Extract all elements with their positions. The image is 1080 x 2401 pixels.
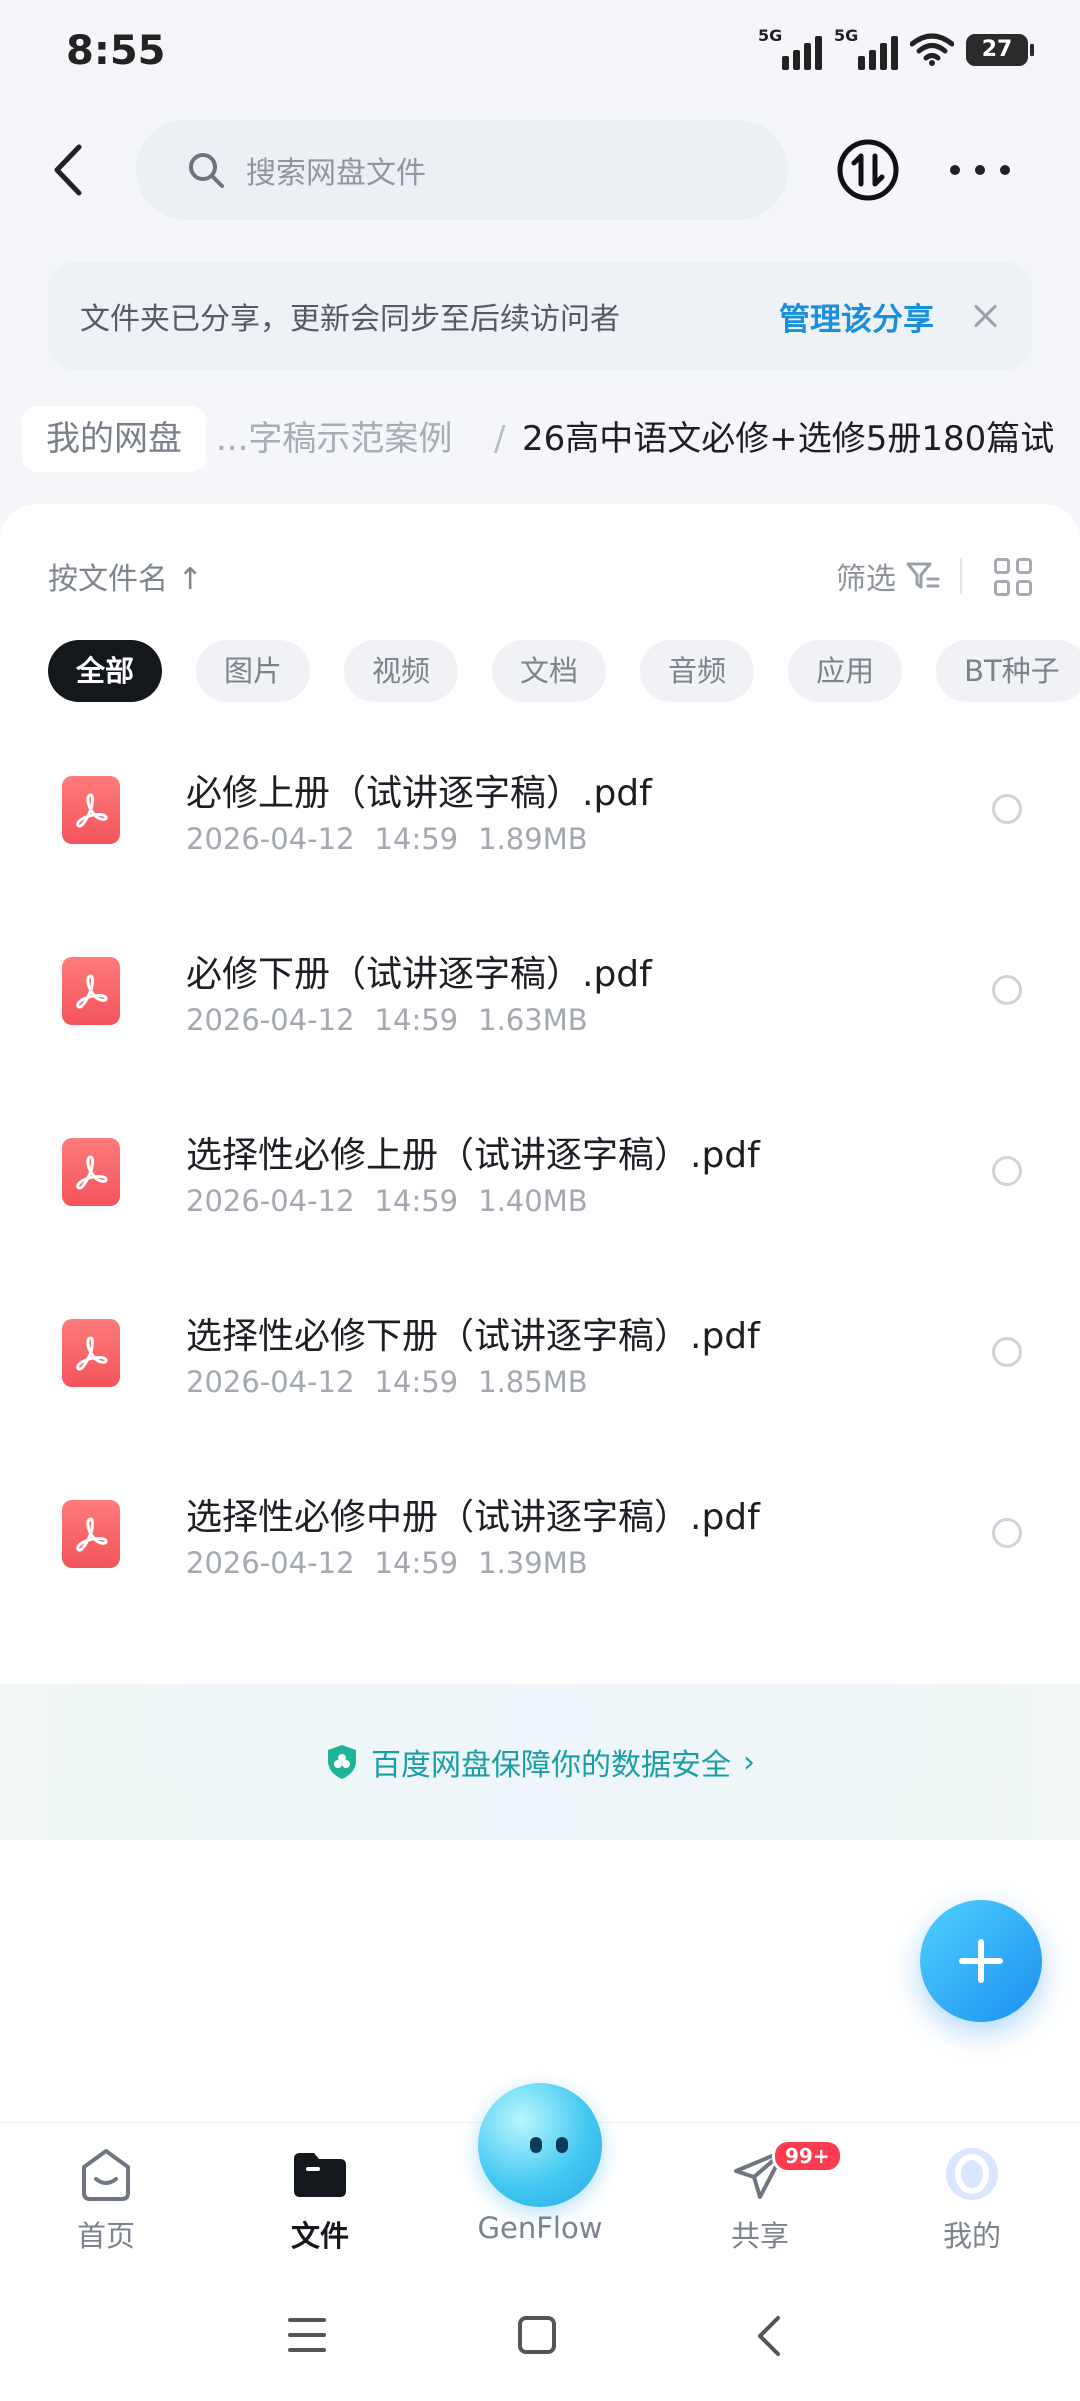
file-name: 选择性必修上册（试讲逐字稿）.pdf [186, 1135, 760, 1176]
filter-icon [906, 562, 940, 589]
file-name: 选择性必修下册（试讲逐字稿）.pdf [186, 1316, 760, 1357]
file-list-panel: 按文件名 ↑ 筛选 全部 图片 视频 文档 音频 应用 BT种子 必修上册（试讲… [0, 504, 1080, 2124]
signal-icon: 5G [834, 26, 898, 70]
close-icon[interactable] [970, 301, 1000, 331]
search-input[interactable]: 搜索网盘文件 [136, 120, 788, 220]
breadcrumb-current: 26高中语文必修+选修5册180篇试 [522, 419, 1055, 459]
data-safety-text: 百度网盘保障你的数据安全 [371, 1748, 731, 1783]
transfer-icon [837, 139, 899, 201]
breadcrumb-parent[interactable]: ...字稿示范案例 [216, 406, 452, 472]
transfer-button[interactable] [836, 138, 900, 202]
breadcrumb-root[interactable]: 我的网盘 [22, 406, 206, 472]
select-checkbox[interactable] [992, 975, 1022, 1005]
pdf-file-icon [62, 1500, 120, 1568]
file-row[interactable]: 必修下册（试讲逐字稿）.pdf 2026-04-12 14:59 1.63MB [0, 915, 1080, 1096]
home-icon [82, 2149, 130, 2201]
select-checkbox[interactable] [992, 1156, 1022, 1186]
tab-genflow[interactable]: GenFlow [470, 2083, 610, 2245]
chip-bt-torrents[interactable]: BT种子 [936, 640, 1080, 702]
chip-documents[interactable]: 文档 [492, 640, 607, 702]
file-name: 必修下册（试讲逐字稿）.pdf [186, 954, 652, 995]
more-dot-icon [1000, 165, 1010, 175]
signal-icon: 5G [758, 26, 822, 70]
search-placeholder: 搜索网盘文件 [246, 156, 426, 191]
more-dot-icon [975, 165, 985, 175]
file-row[interactable]: 选择性必修上册（试讲逐字稿）.pdf 2026-04-12 14:59 1.40MB [0, 1096, 1080, 1277]
filter-button[interactable]: 筛选 [836, 554, 940, 598]
breadcrumb-separator: / [494, 419, 506, 459]
manage-share-link[interactable]: 管理该分享 [779, 294, 934, 339]
tab-files-label: 文件 [290, 2219, 349, 2253]
tab-genflow-label: GenFlow [477, 2211, 603, 2245]
back-nav-icon[interactable] [754, 2314, 784, 2358]
tab-me-label: 我的 [942, 2219, 1001, 2253]
tab-home[interactable]: 首页 [36, 2145, 176, 2255]
select-checkbox[interactable] [992, 794, 1022, 824]
add-button[interactable] [920, 1900, 1042, 2022]
chip-apps[interactable]: 应用 [788, 640, 903, 702]
avatar [946, 2148, 998, 2200]
search-icon [189, 153, 224, 188]
header: 搜索网盘文件 [0, 120, 1080, 220]
home-nav-icon[interactable] [518, 2316, 556, 2354]
battery-indicator: 27 [966, 34, 1034, 66]
file-row[interactable]: 选择性必修下册（试讲逐字稿）.pdf 2026-04-12 14:59 1.85MB [0, 1277, 1080, 1458]
file-meta: 2026-04-12 14:59 1.39MB [186, 1546, 588, 1580]
more-dot-icon [950, 165, 960, 175]
genflow-orb-icon [478, 2083, 602, 2207]
status-bar: 8:55 5G 5G 27 [0, 0, 1080, 110]
file-list: 必修上册（试讲逐字稿）.pdf 2026-04-12 14:59 1.89MB 必修… [0, 734, 1080, 1639]
chevron-right-icon: › [743, 1744, 755, 1780]
breadcrumb: 我的网盘 ...字稿示范案例 / 26高中语文必修+选修5册180篇试 [0, 400, 1080, 480]
chip-audio[interactable]: 音频 [640, 640, 755, 702]
tab-files[interactable]: 文件 [250, 2145, 390, 2255]
chip-videos[interactable]: 视频 [344, 640, 459, 702]
wifi-icon [910, 33, 954, 66]
pdf-file-icon [62, 957, 120, 1025]
back-arrow-icon [54, 144, 82, 196]
file-row[interactable]: 必修上册（试讲逐字稿）.pdf 2026-04-12 14:59 1.89MB [0, 734, 1080, 915]
grid-view-icon[interactable] [994, 558, 1032, 596]
bottom-tab-bar: 首页 文件 GenFlow 99+ 共享 我的 [0, 2083, 1080, 2282]
share-badge: 99+ [772, 2139, 843, 2173]
status-time: 8:55 [66, 28, 166, 74]
chip-all[interactable]: 全部 [48, 640, 163, 702]
pdf-file-icon [62, 776, 120, 844]
filter-chips: 全部 图片 视频 文档 音频 应用 BT种子 [48, 640, 1080, 702]
back-button[interactable] [36, 138, 100, 202]
tab-me[interactable]: 我的 [902, 2145, 1042, 2255]
tab-share[interactable]: 99+ 共享 [690, 2139, 843, 2255]
file-name: 选择性必修中册（试讲逐字稿）.pdf [186, 1497, 760, 1538]
file-name: 必修上册（试讲逐字稿）.pdf [186, 773, 652, 814]
folder-icon [294, 2153, 346, 2197]
system-nav-bar [0, 2282, 1080, 2401]
more-menu-button[interactable] [950, 150, 1010, 190]
tab-home-label: 首页 [76, 2219, 135, 2253]
signal-label: 5G [834, 26, 859, 45]
select-checkbox[interactable] [992, 1518, 1022, 1548]
file-meta: 2026-04-12 14:59 1.85MB [186, 1365, 588, 1399]
file-meta: 2026-04-12 14:59 1.89MB [186, 822, 588, 856]
file-meta: 2026-04-12 14:59 1.63MB [186, 1003, 588, 1037]
sort-button[interactable]: 按文件名 ↑ [48, 554, 203, 598]
tab-share-label: 共享 [730, 2219, 789, 2253]
signal-label: 5G [758, 26, 783, 45]
data-safety-link[interactable]: 百度网盘保障你的数据安全 › [0, 1684, 1080, 1840]
recent-apps-icon[interactable] [288, 2318, 326, 2352]
toolbar-divider [960, 558, 962, 594]
shield-icon [328, 1745, 356, 1779]
status-icons: 5G 5G 27 [758, 26, 1034, 70]
chip-images[interactable]: 图片 [196, 640, 311, 702]
filter-label: 筛选 [836, 562, 896, 597]
pdf-file-icon [62, 1138, 120, 1206]
select-checkbox[interactable] [992, 1337, 1022, 1367]
share-notice-text: 文件夹已分享，更新会同步至后续访问者 [80, 302, 620, 337]
file-row[interactable]: 选择性必修中册（试讲逐字稿）.pdf 2026-04-12 14:59 1.39MB [0, 1458, 1080, 1639]
pdf-file-icon [62, 1319, 120, 1387]
share-notice-banner: 文件夹已分享，更新会同步至后续访问者 管理该分享 [48, 262, 1032, 370]
file-meta: 2026-04-12 14:59 1.40MB [186, 1184, 588, 1218]
